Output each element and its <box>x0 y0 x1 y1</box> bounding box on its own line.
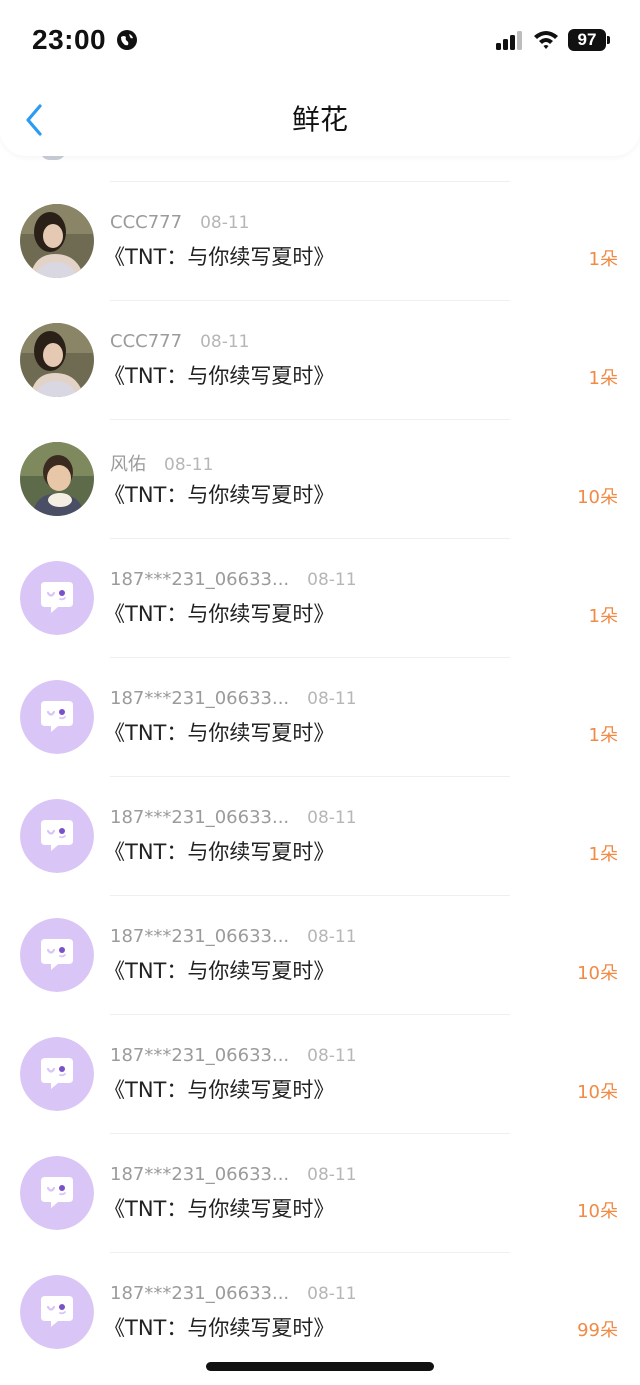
book-title: 《TNT：与你续写夏时》 <box>104 1078 335 1102</box>
gift-date: 08-11 <box>307 1046 357 1066</box>
flower-count: 1朵 <box>588 844 618 865</box>
list-item[interactable]: 187***231_06633... 08-11 《TNT：与你续写夏时》 10朵 <box>0 896 640 1014</box>
avatar[interactable] <box>20 1156 94 1230</box>
list-item[interactable]: 187***231_06633... 08-11 《TNT：与你续写夏时》 10朵 <box>0 1015 640 1133</box>
flower-count: 1朵 <box>588 368 618 389</box>
sender-name: 187***231_06633... 08-11 <box>110 926 357 947</box>
avatar[interactable] <box>20 799 94 873</box>
gift-date: 08-11 <box>200 332 250 352</box>
wifi-icon <box>534 31 558 49</box>
chat-bubble-icon <box>20 799 94 873</box>
list-item[interactable]: CCC777 08-11 《TNT：与你续写夏时》 1朵 <box>0 301 640 419</box>
list-item[interactable]: CCC777 08-11 《TNT：与你续写夏时》 1朵 <box>0 182 640 300</box>
gift-date: 08-11 <box>307 927 357 947</box>
flower-count: 1朵 <box>588 725 618 746</box>
chat-bubble-icon <box>20 680 94 754</box>
sender-name: 风佑 08-11 <box>110 454 214 475</box>
book-title: 《TNT：与你续写夏时》 <box>104 840 335 864</box>
flower-count: 10朵 <box>577 1201 618 1222</box>
chat-bubble-icon <box>20 561 94 635</box>
list-item[interactable]: 187***231_06633... 08-11 《TNT：与你续写夏时》 99朵 <box>0 1253 640 1371</box>
avatar[interactable] <box>20 1037 94 1111</box>
list-item[interactable]: 187***231_06633... 08-11 《TNT：与你续写夏时》 10朵 <box>0 1134 640 1252</box>
chat-bubble-icon <box>20 1156 94 1230</box>
avatar-photo <box>20 323 94 397</box>
gift-date: 08-11 <box>200 213 250 233</box>
sender-name: 187***231_06633... 08-11 <box>110 1283 357 1304</box>
flower-count: 10朵 <box>577 487 618 508</box>
book-title: 《TNT：与你续写夏时》 <box>104 1316 335 1340</box>
list-item[interactable]: 187***231_06633... 08-11 《TNT：与你续写夏时》 1朵 <box>0 658 640 776</box>
flower-count: 1朵 <box>588 606 618 627</box>
flower-count: 1朵 <box>588 249 618 270</box>
gift-date: 08-11 <box>307 570 357 590</box>
avatar[interactable] <box>20 918 94 992</box>
gift-date: 08-11 <box>307 808 357 828</box>
chat-bubble-icon <box>20 1275 94 1349</box>
avatar[interactable] <box>20 323 94 397</box>
sender-name: 187***231_06633... 08-11 <box>110 807 357 828</box>
gift-date: 08-11 <box>307 1165 357 1185</box>
sender-name: 187***231_06633... 08-11 <box>110 1045 357 1066</box>
page-title: 鲜花 <box>291 103 348 136</box>
status-time: 23:00 <box>32 24 107 55</box>
avatar-photo <box>20 442 94 516</box>
book-title: 《TNT：与你续写夏时》 <box>104 1197 335 1221</box>
list-item[interactable]: 187***231_06633... 08-11 《TNT：与你续写夏时》 1朵 <box>0 777 640 895</box>
avatar[interactable] <box>20 561 94 635</box>
avatar[interactable] <box>20 442 94 516</box>
list-item[interactable]: 187***231_06633... 08-11 《TNT：与你续写夏时》 1朵 <box>0 539 640 657</box>
avatar[interactable] <box>20 204 94 278</box>
list-item[interactable]: 风佑 08-11 《TNT：与你续写夏时》 10朵 <box>0 420 640 538</box>
cellular-signal-icon <box>496 31 522 50</box>
book-title: 《TNT：与你续写夏时》 <box>104 602 335 626</box>
avatar-photo <box>20 204 94 278</box>
home-indicator[interactable] <box>206 1362 434 1371</box>
flower-count: 99朵 <box>577 1320 618 1341</box>
sender-name: 187***231_06633... 08-11 <box>110 1164 357 1185</box>
gift-date: 08-11 <box>307 1284 357 1304</box>
nav-header: 23:00 97 鲜花 <box>0 0 640 156</box>
flower-count: 10朵 <box>577 1082 618 1103</box>
chat-bubble-icon <box>20 918 94 992</box>
sender-name: 187***231_06633... 08-11 <box>110 569 357 590</box>
book-title: 《TNT：与你续写夏时》 <box>104 364 335 388</box>
book-title: 《TNT：与你续写夏时》 <box>104 959 335 983</box>
flower-count: 10朵 <box>577 963 618 984</box>
sender-name: CCC777 08-11 <box>110 212 250 233</box>
book-title: 《TNT：与你续写夏时》 <box>104 483 335 507</box>
avatar[interactable] <box>20 680 94 754</box>
avatar[interactable] <box>20 1275 94 1349</box>
battery-icon: 97 <box>568 29 606 51</box>
sender-name: 187***231_06633... 08-11 <box>110 688 357 709</box>
chat-bubble-icon <box>20 1037 94 1111</box>
globe-icon <box>117 30 137 50</box>
gift-date: 08-11 <box>307 689 357 709</box>
book-title: 《TNT：与你续写夏时》 <box>104 245 335 269</box>
gift-date: 08-11 <box>164 455 214 475</box>
screen: 23:00 97 鲜花 CCC777 08-11 《TNT：与你续写夏时》 1朵… <box>0 0 640 1385</box>
battery-tip <box>607 36 610 44</box>
sender-name: CCC777 08-11 <box>110 331 250 352</box>
book-title: 《TNT：与你续写夏时》 <box>104 721 335 745</box>
